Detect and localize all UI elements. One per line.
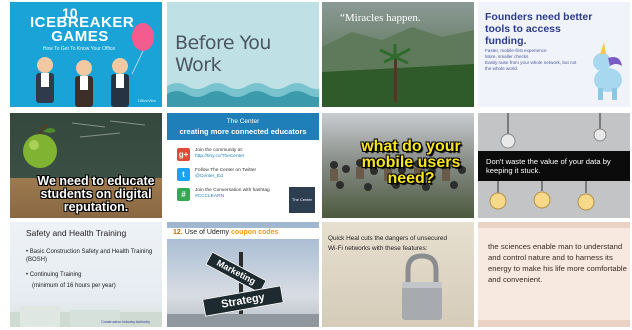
image-grid: 10 ICEBREAKER GAMES How To Get To Know Y…	[0, 0, 632, 330]
tile-icebreaker-games[interactable]: 10 ICEBREAKER GAMES How To Get To Know Y…	[10, 2, 162, 107]
center-row: Join the community at: http://tiny.cc/Th…	[195, 148, 285, 160]
center-row-text: Follow The Center on Twitter	[195, 168, 257, 173]
tile-sciences-quote[interactable]: the sciences enable man to understand an…	[478, 222, 630, 327]
sciences-text: the sciences enable man to understand an…	[488, 242, 627, 284]
twitter-icon: t	[177, 168, 190, 181]
center-badge: The Center	[289, 187, 315, 213]
center-header-tagline: creating more connected educators	[179, 127, 307, 136]
construction-footer: Construction Industry Authority	[101, 320, 150, 324]
tile-quick-heal[interactable]: Quick Heal cuts the dangers of unsecured…	[322, 222, 474, 327]
bulbs-text: Don't waste the value of your data by ke…	[486, 157, 611, 175]
center-row-link[interactable]: #CCCLEARN	[195, 194, 224, 199]
tile-safety-health-training[interactable]: Safety and Health Training • Basic Const…	[10, 222, 162, 327]
hashtag-icon: #	[177, 188, 190, 201]
construction-bullet: • Continuing Training	[26, 272, 82, 278]
padlock-icon	[402, 253, 442, 320]
center-badge-label: The Center	[291, 197, 312, 202]
tile-founders-funding[interactable]: Founders need better tools to access fun…	[478, 2, 630, 107]
digital-reputation-caption: We need to educate students on digital r…	[37, 174, 155, 214]
tile-before-you-work[interactable]: Before You Work	[167, 2, 319, 107]
center-row-link[interactable]: http://tiny.cc/TheCenter	[195, 154, 244, 159]
tile-digital-reputation[interactable]: We need to educate students on digital r…	[10, 113, 162, 218]
wave-decoration	[167, 83, 319, 107]
before-you-work-text: Before You Work	[175, 32, 271, 76]
miracles-quote: “Miracles happen.	[340, 12, 421, 24]
center-header-title: The Center	[226, 118, 260, 125]
icebreaker-illustration	[36, 23, 154, 107]
tile-miracles-happen[interactable]: “Miracles happen.	[322, 2, 474, 107]
construction-bullet: • Basic Construction Safety and Health T…	[26, 249, 153, 263]
construction-title: Safety and Health Training	[26, 228, 127, 238]
construction-bullet: (minimum of 16 hours per year)	[32, 283, 116, 289]
google-plus-icon: g+	[177, 148, 190, 161]
mobile-users-question: what do your mobile users need?	[361, 138, 461, 187]
tile-the-center[interactable]: The Center creating more connected educa…	[167, 113, 319, 218]
unicorn-icon	[593, 42, 622, 100]
center-row-link[interactable]: @Center_Ed	[195, 174, 223, 179]
center-row-text: Join the Conversation with hashtag	[195, 188, 270, 193]
tile-mobile-users[interactable]: what do your mobile users need?	[322, 113, 474, 218]
icebreaker-source: OfficeVibe	[137, 98, 156, 103]
center-row: Follow The Center on Twitter @Center_Ed	[195, 168, 285, 180]
tile-marketing-strategy[interactable]: 12. Use of Udemy coupon codes Marketing …	[167, 222, 319, 327]
center-row: Join the Conversation with hashtag #CCCL…	[195, 188, 285, 200]
center-row-text: Join the community at:	[195, 148, 243, 153]
tile-data-bulbs[interactable]: Don't waste the value of your data by ke…	[478, 113, 630, 218]
founders-bullet: the whole world.	[485, 66, 519, 71]
